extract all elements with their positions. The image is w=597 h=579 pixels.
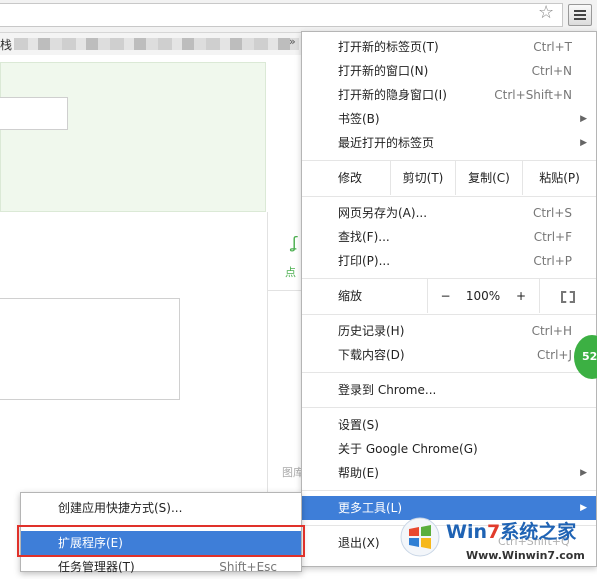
watermark-title-b: 7 bbox=[487, 521, 501, 543]
menu-item-label: 查找(F)... bbox=[338, 230, 390, 244]
watermark-title: Win7系统之家 bbox=[446, 517, 576, 544]
side-link-text[interactable]: 点 bbox=[285, 264, 296, 280]
menu-item-label: 登录到 Chrome... bbox=[338, 383, 437, 397]
menu-separator bbox=[302, 407, 596, 408]
submenu-arrow-icon: ▶ bbox=[580, 468, 587, 478]
menu-separator bbox=[302, 196, 596, 197]
submenu-arrow-icon: ▶ bbox=[580, 114, 587, 124]
star-icon[interactable]: ☆ bbox=[538, 4, 554, 22]
highlight-outline bbox=[17, 525, 305, 557]
menu-item-signin[interactable]: 登录到 Chrome... bbox=[302, 378, 596, 402]
menu-item-label: 设置(S) bbox=[338, 418, 379, 432]
menu-separator bbox=[302, 490, 596, 491]
copy-button[interactable]: 复制(C) bbox=[455, 161, 522, 195]
blurred-bookmarks bbox=[14, 38, 299, 50]
menu-item-help[interactable]: 帮助(E) ▶ bbox=[302, 461, 596, 485]
watermark-title-c: 系统之家 bbox=[500, 521, 577, 543]
menu-item-bookmarks[interactable]: 书签(B) ▶ bbox=[302, 107, 596, 131]
menu-item-label: 书签(B) bbox=[338, 112, 380, 126]
edit-label: 修改 bbox=[338, 171, 363, 185]
menu-bar-line-icon bbox=[574, 18, 586, 20]
paste-button[interactable]: 粘贴(P) bbox=[522, 161, 596, 195]
menu-item-label: 网页另存为(A)... bbox=[338, 206, 428, 220]
submenu-arrow-icon: ▶ bbox=[580, 138, 587, 148]
menu-item-shortcut: Shift+Esc bbox=[219, 560, 277, 574]
menu-item-new-tab[interactable]: 打开新的标签页(T) Ctrl+T bbox=[302, 35, 596, 59]
menu-item-label: 帮助(E) bbox=[338, 466, 379, 480]
menu-item-settings[interactable]: 设置(S) bbox=[302, 413, 596, 437]
menu-item-shortcut: Ctrl+Shift+N bbox=[494, 88, 572, 102]
menu-item-shortcut: Ctrl+P bbox=[533, 254, 572, 268]
menu-item-label: 关于 Google Chrome(G) bbox=[338, 442, 478, 456]
chrome-main-menu: 打开新的标签页(T) Ctrl+T 打开新的窗口(N) Ctrl+N 打开新的隐… bbox=[301, 31, 597, 567]
menu-item-history[interactable]: 历史记录(H) Ctrl+H bbox=[302, 319, 596, 343]
divider bbox=[267, 212, 268, 512]
menu-bar-line-icon bbox=[574, 14, 586, 16]
menu-item-save-as[interactable]: 网页另存为(A)... Ctrl+S bbox=[302, 201, 596, 225]
menu-item-incognito[interactable]: 打开新的隐身窗口(I) Ctrl+Shift+N bbox=[302, 83, 596, 107]
bookmark-fragment[interactable]: 栈 bbox=[0, 36, 12, 53]
menu-item-label: 打开新的隐身窗口(I) bbox=[338, 88, 447, 102]
menu-item-shortcut: Ctrl+J bbox=[537, 348, 572, 362]
submenu-item-task-manager[interactable]: 任务管理器(T) Shift+Esc bbox=[21, 555, 301, 579]
menu-item-label: 下载内容(D) bbox=[338, 348, 405, 362]
menu-item-label: 创建应用快捷方式(S)... bbox=[58, 501, 183, 515]
chrome-menu-button[interactable] bbox=[568, 4, 592, 26]
fullscreen-icon bbox=[561, 290, 575, 303]
zoom-label: 缩放 bbox=[338, 289, 363, 303]
menu-item-label: 打开新的窗口(N) bbox=[338, 64, 429, 78]
menu-item-about[interactable]: 关于 Google Chrome(G) bbox=[302, 437, 596, 461]
bookmarks-overflow-icon[interactable]: » bbox=[289, 35, 296, 48]
zoom-in-button[interactable]: + bbox=[503, 279, 539, 313]
menu-item-label: 退出(X) bbox=[338, 536, 380, 550]
panel-input-field[interactable] bbox=[0, 97, 68, 130]
menu-item-shortcut: Ctrl+N bbox=[531, 64, 572, 78]
menu-item-label: 打印(P)... bbox=[338, 254, 391, 268]
content-box bbox=[0, 298, 180, 400]
zoom-out-button[interactable]: − bbox=[427, 279, 463, 313]
watermark-url: Www.Winwin7.com bbox=[466, 549, 585, 562]
menu-item-label: 更多工具(L) bbox=[338, 501, 403, 515]
address-bar[interactable] bbox=[0, 3, 563, 27]
menu-item-downloads[interactable]: 下载内容(D) Ctrl+J bbox=[302, 343, 596, 367]
submenu-arrow-icon: ▶ bbox=[580, 503, 587, 513]
menu-separator bbox=[302, 372, 596, 373]
zoom-row: 缩放 − 100% + bbox=[302, 279, 596, 313]
menu-bar-line-icon bbox=[574, 10, 586, 12]
menu-item-new-window[interactable]: 打开新的窗口(N) Ctrl+N bbox=[302, 59, 596, 83]
menu-item-label: 最近打开的标签页 bbox=[338, 136, 435, 150]
menu-item-label: 历史记录(H) bbox=[338, 324, 405, 338]
divider bbox=[267, 290, 302, 291]
menu-item-recent-tabs[interactable]: 最近打开的标签页 ▶ bbox=[302, 131, 596, 155]
browser-toolbar: ☆ bbox=[0, 0, 597, 33]
cut-button[interactable]: 剪切(T) bbox=[390, 161, 455, 195]
menu-item-find[interactable]: 查找(F)... Ctrl+F bbox=[302, 225, 596, 249]
menu-item-print[interactable]: 打印(P)... Ctrl+P bbox=[302, 249, 596, 273]
menu-separator bbox=[302, 314, 596, 315]
menu-item-label: 任务管理器(T) bbox=[58, 560, 135, 574]
leaf-icon: ʆ bbox=[292, 233, 298, 252]
menu-item-shortcut: Ctrl+T bbox=[533, 40, 572, 54]
menu-item-label: 打开新的标签页(T) bbox=[338, 40, 439, 54]
menu-item-shortcut: Ctrl+H bbox=[531, 324, 572, 338]
zoom-level: 100% bbox=[465, 289, 501, 303]
login-panel bbox=[0, 62, 266, 212]
watermark-title-a: Win bbox=[446, 521, 487, 543]
submenu-item-create-shortcut[interactable]: 创建应用快捷方式(S)... bbox=[21, 496, 301, 520]
fullscreen-button[interactable] bbox=[539, 279, 596, 313]
windows-logo-icon bbox=[400, 517, 440, 557]
edit-row: 修改 剪切(T) 复制(C) 粘贴(P) bbox=[302, 161, 596, 195]
menu-item-shortcut: Ctrl+S bbox=[532, 206, 572, 220]
menu-item-shortcut: Ctrl+F bbox=[533, 230, 572, 244]
